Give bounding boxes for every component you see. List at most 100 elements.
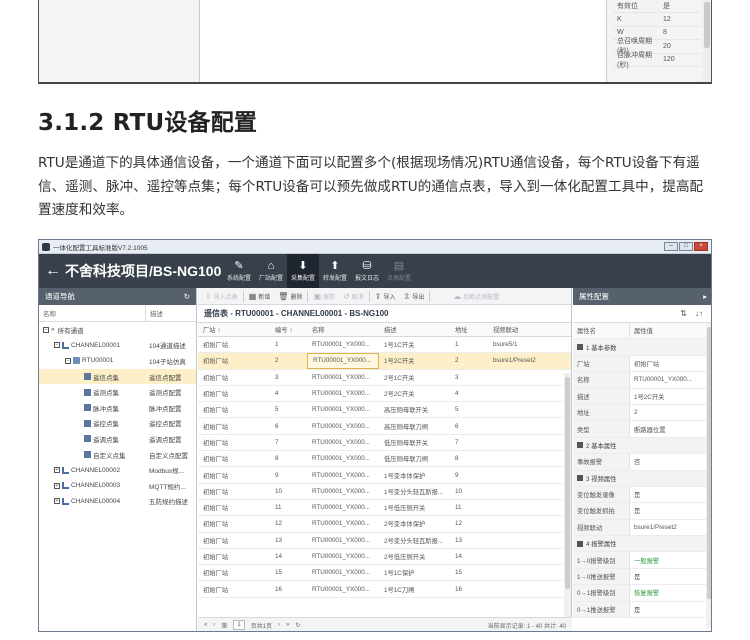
tree-item[interactable]: 遥调点集 遥调点配置 (39, 431, 196, 447)
collapse-icon[interactable] (577, 442, 583, 449)
property-row[interactable]: 描述 1号2C开关 (573, 388, 711, 405)
property-group[interactable]: 4 报警属性 (573, 536, 711, 553)
tool-home[interactable]: ⌂ 厂站配置 (255, 254, 287, 288)
property-value[interactable]: 是 (630, 605, 700, 614)
property-value[interactable]: 一般报警 (630, 556, 700, 565)
toolbar-button[interactable]: ▦ 新增 (246, 290, 274, 303)
tree-item[interactable]: 脉冲点集 脉冲点配置 (39, 400, 196, 416)
table-row[interactable]: 初始厂站 6 RTU00001_YX000... 高压侧母联刀闸 6 (198, 418, 571, 435)
column-header[interactable]: 描述 (379, 323, 450, 336)
tool-wrench[interactable]: ✎ 系统配置 (223, 254, 255, 288)
property-row[interactable]: 厂站 初始厂站 (573, 355, 711, 373)
property-value[interactable]: RTU00001_YX000... (630, 376, 700, 383)
scrollbar-thumb[interactable] (565, 377, 570, 589)
table-row[interactable]: 初始厂站 14 RTU00001_YX000... 2号低压侧开关 14 (198, 549, 571, 566)
maximize-button[interactable]: □ (679, 242, 693, 251)
table-row[interactable]: 初始厂站 12 RTU00001_YX000... 2号变本体保护 12 (198, 516, 571, 533)
collapse-icon[interactable]: − (65, 357, 71, 364)
reload-icon[interactable]: ↻ (295, 622, 300, 629)
property-value[interactable]: 初始厂站 (630, 359, 700, 368)
toolbar-button[interactable]: ↺ 取消 (340, 290, 367, 303)
property-value[interactable]: 断路器位置 (630, 425, 700, 434)
table-row[interactable]: 初始厂站 7 RTU00001_YX000... 低压侧母联开关 7 (198, 435, 571, 452)
property-scrollbar[interactable] (706, 323, 711, 628)
property-row[interactable]: 名称 RTU00001_YX000... (573, 372, 711, 389)
tool-point-file[interactable]: ▤ 点表配置 (383, 254, 415, 288)
property-row[interactable]: 变位触发抓拍是 (573, 503, 711, 520)
grid-scrollbar[interactable] (564, 373, 571, 621)
property-group[interactable]: 2 基本属性 (573, 437, 711, 455)
column-header[interactable]: 视频联动 (488, 323, 562, 336)
column-header[interactable]: 厂站 ↑ (198, 323, 270, 336)
expand-icon[interactable]: + (54, 498, 60, 505)
property-value[interactable]: 2 (630, 409, 700, 416)
last-page-icon[interactable]: » (286, 622, 289, 628)
property-group[interactable]: 3 视频属性 (573, 470, 711, 487)
table-row[interactable]: 初始厂站 10 RTU00001_YX000... 1号变分头轻瓦斯报... 10 (198, 484, 571, 500)
toolbar-button[interactable]: 🗑 删除 (275, 290, 305, 303)
minimize-button[interactable]: – (664, 242, 678, 251)
first-page-icon[interactable]: « (204, 622, 207, 628)
column-header[interactable]: 名称 (307, 323, 379, 336)
close-button[interactable]: × (694, 242, 708, 251)
property-row[interactable]: 地址 2 (573, 404, 711, 422)
property-row[interactable]: 视频联动 bsure1/Preset2 (573, 519, 711, 537)
tree-item[interactable]: − CHANNEL00001 104通道描述 (39, 338, 196, 354)
column-header[interactable]: 编号 ↑ (270, 323, 307, 336)
tree-item[interactable]: 遥信点集 遥信点配置 (39, 368, 196, 385)
property-row[interactable]: 类型 断路器位置 (573, 421, 711, 438)
property-row[interactable]: 0→1推送报警是 (573, 601, 711, 619)
next-page-icon[interactable]: › (278, 622, 280, 628)
column-header[interactable]: 地址 (450, 323, 488, 336)
table-row[interactable]: 初始厂站 11 RTU00001_YX000... 1号低压侧开关 11 (198, 500, 571, 517)
table-row[interactable]: 初始厂站 4 RTU00001_YX000... 2号2C开关 4 (198, 386, 571, 403)
property-value[interactable]: 否 (630, 457, 700, 466)
tree-item[interactable]: + CHANNEL00003 MQTT规约... (39, 478, 196, 494)
property-row[interactable]: 变位触发录像是 (573, 486, 711, 504)
scrollbar-thumb[interactable] (704, 2, 710, 48)
table-row[interactable]: 初始厂站 1 RTU00001_YX000... 1号1C开关 1 bsure5/1 (198, 337, 571, 354)
tree-item[interactable]: + CHANNEL00004 五防规约描述 (39, 494, 196, 510)
table-row[interactable]: 初始厂站 2 RTU00001_YX000... 1号2C开关 2 bsure1/Pres… (198, 353, 571, 370)
expand-icon[interactable]: + (54, 482, 60, 489)
property-value[interactable]: 1号2C开关 (630, 392, 700, 401)
table-row[interactable]: 初始厂站 8 RTU00001_YX000... 低压侧母联刀闸 8 (198, 451, 571, 468)
property-row[interactable]: 0→1报警级别 恢复报警 (573, 585, 711, 602)
tree-item[interactable]: −» 所有通道 (39, 322, 196, 338)
back-arrow-icon[interactable]: ← (45, 262, 61, 280)
alpha-sort-icon[interactable]: ↓↑ (695, 309, 703, 318)
prev-page-icon[interactable]: ‹ (213, 622, 215, 628)
table-row[interactable]: 初始厂站 3 RTU00001_YX000... 2号1C开关 3 (198, 370, 571, 386)
table-row[interactable]: 初始厂站 5 RTU00001_YX000... 高压侧母联开关 5 (198, 402, 571, 419)
tree-item[interactable]: 遥测点集 遥测点配置 (39, 384, 196, 400)
collapse-icon[interactable] (577, 475, 583, 482)
table-row[interactable]: 初始厂站 15 RTU00001_YX000... 1号1C保护 15 (198, 565, 571, 582)
tool-log[interactable]: ⛁ 报文日志 (351, 254, 383, 288)
property-value[interactable]: 是 (630, 490, 700, 499)
page-number-input[interactable]: 1 (233, 620, 245, 630)
tree-item[interactable]: 自定义点集 自定义点配置 (39, 447, 196, 463)
toolbar-button[interactable]: ☁ 扣断点测配置 (450, 290, 502, 303)
table-row[interactable]: 初始厂站 13 RTU00001_YX000... 2号变分头轻瓦斯报... 13 (198, 533, 571, 549)
table-row[interactable]: 初始厂站 9 RTU00001_YX000... 1号变本体保护 9 (198, 467, 571, 484)
collapse-icon[interactable] (577, 344, 583, 351)
property-value[interactable]: 是 (630, 506, 700, 515)
toolbar-button[interactable]: ⇪ 导入 (372, 290, 399, 303)
tool-download[interactable]: ⬇ 采集配置 (287, 254, 319, 288)
fragment-scrollbar[interactable] (703, 0, 711, 82)
collapse-icon[interactable]: − (43, 326, 49, 333)
toolbar-button[interactable]: ▣ 保存 (310, 290, 338, 303)
toolbar-button[interactable]: ⇩ 导入点表 (202, 290, 241, 303)
property-value[interactable]: bsure1/Preset2 (630, 524, 700, 531)
refresh-icon[interactable]: ↻ (184, 292, 190, 301)
collapse-icon[interactable] (577, 540, 583, 547)
collapse-icon[interactable]: − (54, 342, 60, 349)
expand-icon[interactable]: + (54, 467, 60, 474)
tree-item[interactable]: + CHANNEL00002 Modbus规... (39, 462, 196, 478)
tree-item[interactable]: − RTU00001 104子站仿真 (39, 353, 196, 369)
property-value[interactable]: 是 (630, 572, 700, 581)
property-row[interactable]: 1→0报警级别 一般报警 (573, 552, 711, 569)
table-row[interactable]: 初始厂站 16 RTU00001_YX000... 1号1C刀闸 16 (198, 581, 571, 598)
collapse-arrow-icon[interactable]: ▸ (703, 292, 707, 301)
category-sort-icon[interactable]: ⇅ (680, 309, 687, 318)
